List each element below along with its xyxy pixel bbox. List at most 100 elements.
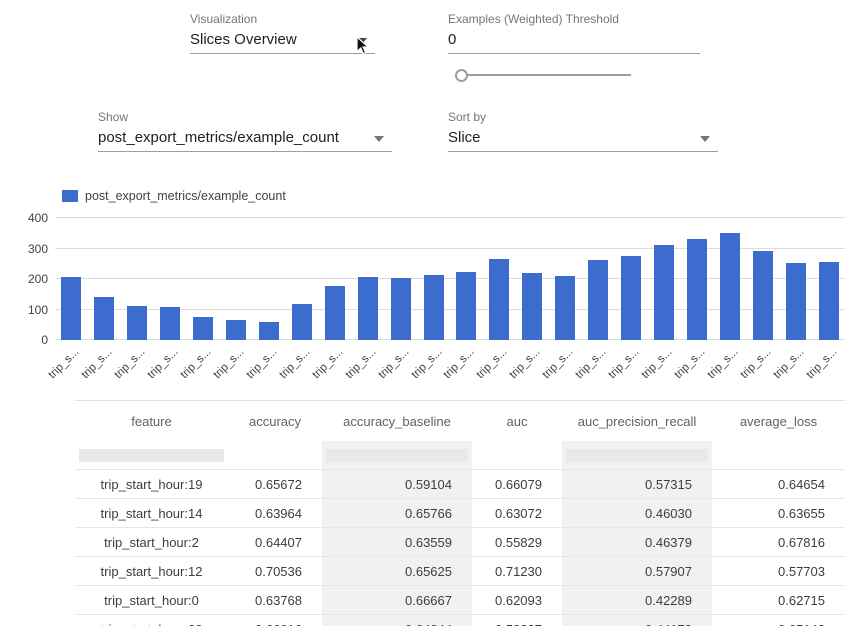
metric-cell: 0.55829 — [472, 528, 562, 557]
metric-cell: 0.65142 — [712, 615, 845, 626]
visualization-label: Visualization — [190, 12, 257, 26]
mouse-cursor — [356, 36, 370, 56]
threshold-value[interactable]: 0 — [448, 31, 456, 48]
metric-cell: 0.66016 — [228, 615, 322, 626]
metric-cell: 0.71230 — [472, 557, 562, 586]
bar[interactable] — [621, 256, 641, 340]
column-header[interactable]: feature — [75, 401, 228, 441]
sort-by-value[interactable]: Slice — [448, 129, 481, 146]
metric-cell: 0.63964 — [228, 499, 322, 528]
y-axis-label: 300 — [28, 242, 48, 256]
metric-cell: 0.70536 — [228, 557, 322, 586]
metric-cell: 0.64407 — [228, 528, 322, 557]
slider-track[interactable] — [467, 74, 631, 76]
table-row: trip_start_hour:230.660160.648440.583370… — [75, 615, 845, 626]
table-header-row: featureaccuracyaccuracy_baselineaucauc_p… — [75, 401, 845, 441]
metrics-table: featureaccuracyaccuracy_baselineaucauc_p… — [75, 401, 845, 626]
bar[interactable] — [226, 320, 246, 340]
chevron-down-icon[interactable] — [374, 136, 384, 142]
bar[interactable] — [292, 304, 312, 340]
slices-overview-widget: Visualization Slices Overview Examples (… — [0, 0, 863, 626]
bar[interactable] — [489, 259, 509, 340]
table-row: trip_start_hour:120.705360.656250.712300… — [75, 557, 845, 586]
y-axis: 0100200300400 — [10, 217, 48, 340]
column-header[interactable]: auc — [472, 401, 562, 441]
bar[interactable] — [325, 286, 345, 340]
bar[interactable] — [786, 263, 806, 340]
visualization-dropdown[interactable]: Slices Overview — [190, 28, 375, 54]
table-row: trip_start_hour:00.637680.666670.620930.… — [75, 586, 845, 615]
chevron-down-icon[interactable] — [700, 136, 710, 142]
sort-by-dropdown[interactable]: Slice — [448, 126, 718, 152]
bar[interactable] — [160, 307, 180, 340]
show-value[interactable]: post_export_metrics/example_count — [98, 129, 339, 146]
y-axis-label: 200 — [28, 272, 48, 286]
metric-cell: 0.63559 — [322, 528, 472, 557]
threshold-label: Examples (Weighted) Threshold — [448, 12, 619, 26]
metric-cell: 0.63768 — [228, 586, 322, 615]
bar[interactable] — [555, 276, 575, 340]
bar[interactable] — [819, 262, 839, 340]
bar[interactable] — [391, 278, 411, 340]
bar[interactable] — [424, 275, 444, 340]
metric-cell: 0.59104 — [322, 470, 472, 499]
y-axis-label: 0 — [41, 333, 48, 347]
bar[interactable] — [127, 306, 147, 340]
bar[interactable] — [522, 273, 542, 340]
slider-knob[interactable] — [455, 69, 468, 82]
column-filter-input[interactable] — [326, 449, 468, 462]
visualization-value[interactable]: Slices Overview — [190, 31, 297, 48]
table-row: trip_start_hour:190.656720.591040.660790… — [75, 470, 845, 499]
sort-by-label: Sort by — [448, 110, 486, 124]
metric-cell: 0.65625 — [322, 557, 472, 586]
column-filter-input[interactable] — [566, 449, 708, 462]
feature-cell: trip_start_hour:14 — [75, 499, 228, 528]
metric-cell: 0.63655 — [712, 499, 845, 528]
table-row: trip_start_hour:20.644070.635590.558290.… — [75, 528, 845, 557]
filter-row — [75, 441, 845, 470]
feature-cell: trip_start_hour:0 — [75, 586, 228, 615]
metric-cell: 0.66079 — [472, 470, 562, 499]
x-axis-label: trip_s... — [382, 346, 444, 408]
x-axis-label: trip_s... — [415, 346, 477, 408]
bar[interactable] — [456, 272, 476, 340]
bar[interactable] — [687, 239, 707, 340]
column-header[interactable]: accuracy_baseline — [322, 401, 472, 441]
bar[interactable] — [720, 233, 740, 340]
bar[interactable] — [94, 297, 114, 340]
gridline — [55, 217, 845, 218]
column-header[interactable]: accuracy — [228, 401, 322, 441]
metric-cell: 0.62715 — [712, 586, 845, 615]
legend-swatch — [62, 190, 78, 202]
metric-cell: 0.67816 — [712, 528, 845, 557]
show-dropdown[interactable]: post_export_metrics/example_count — [98, 126, 392, 152]
column-header[interactable]: auc_precision_recall — [562, 401, 712, 441]
bar[interactable] — [61, 277, 81, 340]
bar[interactable] — [193, 317, 213, 340]
metric-cell: 0.58337 — [472, 615, 562, 626]
chart-legend: post_export_metrics/example_count — [62, 189, 286, 203]
threshold-slider[interactable] — [453, 68, 633, 82]
column-header[interactable]: average_loss — [712, 401, 845, 441]
bar-chart — [55, 217, 845, 340]
metric-cell: 0.42289 — [562, 586, 712, 615]
legend-label: post_export_metrics/example_count — [85, 189, 286, 203]
bar[interactable] — [588, 260, 608, 340]
threshold-input[interactable]: 0 — [448, 28, 700, 54]
metric-cell: 0.64654 — [712, 470, 845, 499]
bar[interactable] — [654, 245, 674, 340]
bar[interactable] — [753, 251, 773, 340]
metric-cell: 0.57703 — [712, 557, 845, 586]
metric-cell: 0.44173 — [562, 615, 712, 626]
bar[interactable] — [358, 277, 378, 340]
feature-cell: trip_start_hour:19 — [75, 470, 228, 499]
metrics-table-container: featureaccuracyaccuracy_baselineaucauc_p… — [75, 400, 845, 626]
y-axis-label: 100 — [28, 303, 48, 317]
metric-cell: 0.66667 — [322, 586, 472, 615]
column-filter-input[interactable] — [79, 449, 224, 462]
metric-cell: 0.64844 — [322, 615, 472, 626]
feature-cell: trip_start_hour:23 — [75, 615, 228, 626]
x-axis-label: trip_s... — [20, 346, 82, 408]
metric-cell: 0.65766 — [322, 499, 472, 528]
bar[interactable] — [259, 322, 279, 340]
